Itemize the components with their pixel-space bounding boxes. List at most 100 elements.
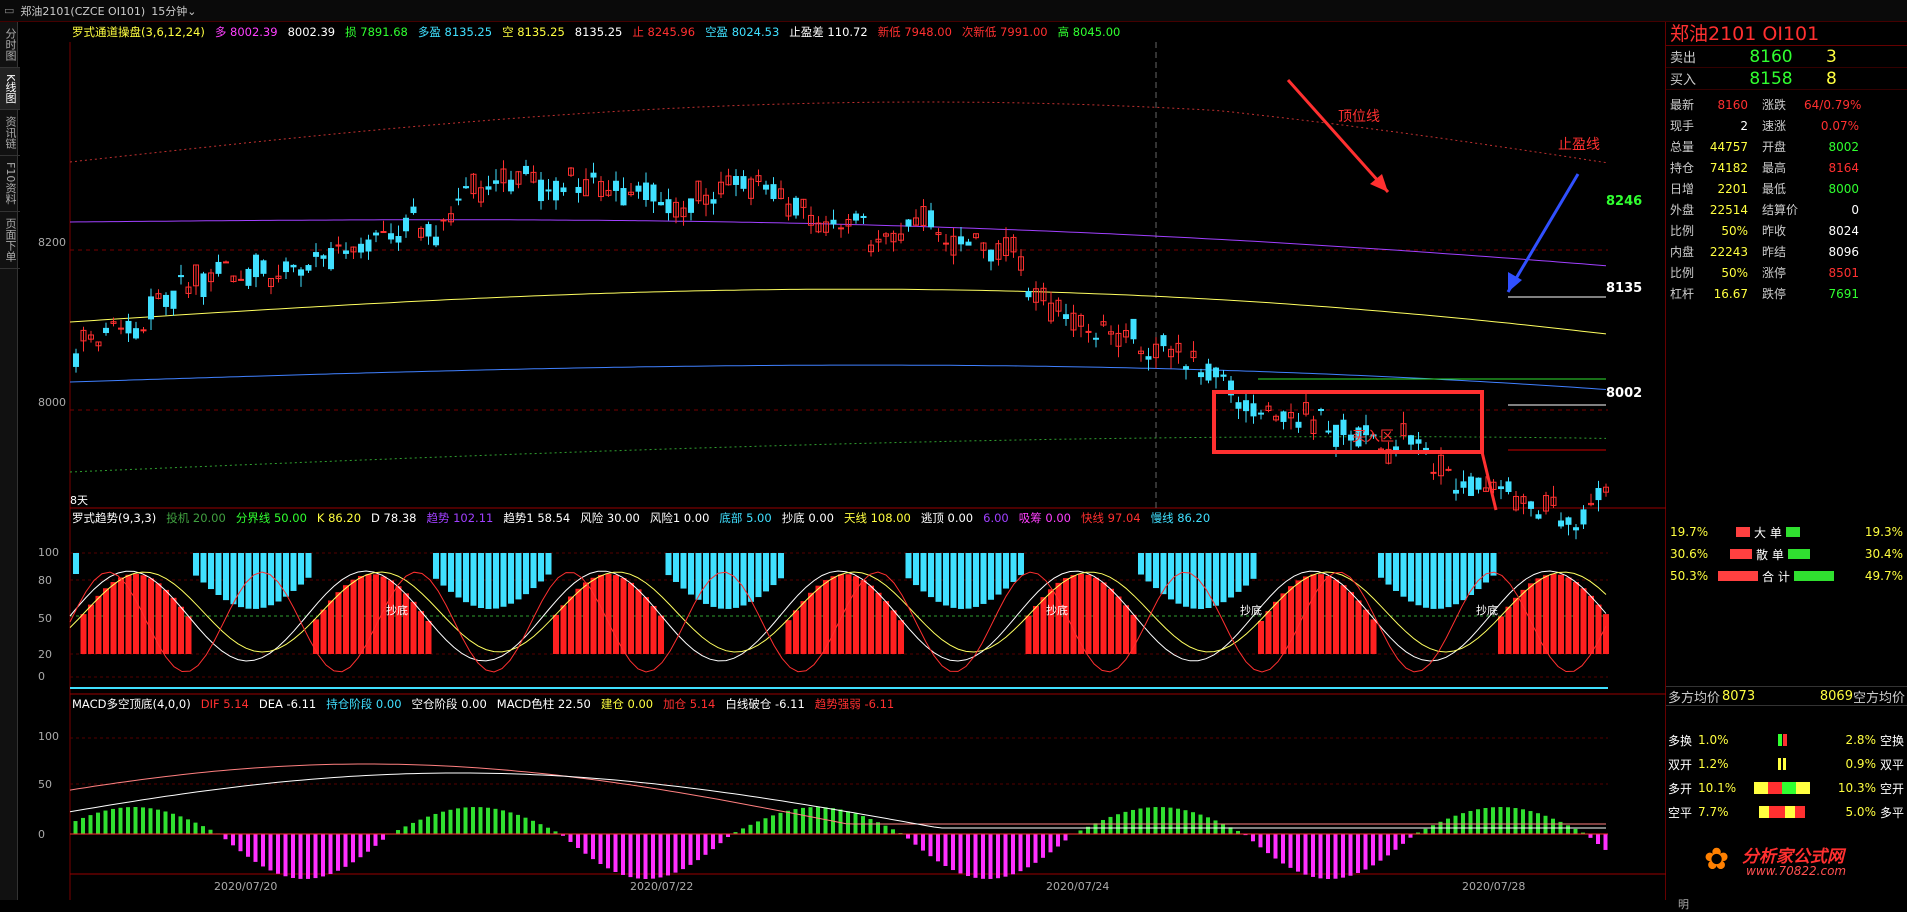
left-tab-0[interactable]: 分时图 — [0, 22, 20, 68]
chart-area[interactable]: 罗式通道操盘(3,6,12,24)多 8002.398002.39损 7891.… — [18, 22, 1666, 900]
candle-body — [321, 256, 326, 258]
candle-body — [741, 177, 746, 189]
buy-row[interactable]: 买入 8158 8 — [1666, 68, 1907, 90]
candle-body — [1574, 528, 1579, 530]
trend-bar — [876, 593, 882, 654]
trend-bar — [231, 553, 237, 604]
candle-body — [1184, 367, 1189, 370]
trend-bar — [1258, 621, 1264, 654]
trend-bar — [868, 586, 874, 654]
macd-bar — [366, 834, 370, 852]
trend-bar — [1603, 614, 1609, 654]
candle-body — [1431, 472, 1436, 473]
candle-body — [966, 242, 971, 245]
macd-bar — [1304, 834, 1308, 875]
sub1-legend-item-13: 6.00 — [983, 511, 1009, 525]
main-legend-item-0[interactable]: 罗式通道操盘(3,6,12,24) — [72, 24, 205, 40]
macd-bar — [944, 834, 948, 866]
trend-bar — [126, 575, 132, 654]
macd-bar — [921, 834, 925, 851]
order-row-2: 50.3%合 计49.7% — [1666, 566, 1907, 586]
left-tab-1[interactable]: K线图 — [0, 68, 20, 110]
macd-bar — [906, 834, 910, 839]
macd-bar — [1514, 808, 1518, 834]
macd-bar — [314, 834, 318, 878]
trend-bar — [501, 553, 507, 607]
quote-row-7: 内盘22243昨结8096 — [1666, 241, 1907, 262]
sell-row[interactable]: 卖出 8160 3 — [1666, 46, 1907, 68]
macd-bar — [741, 828, 745, 834]
macd-bar — [81, 818, 85, 834]
trend-bar — [831, 576, 837, 654]
quote-grid: 最新8160涨跌64/0.79%现手2速涨0.07%总量44757开盘8002持… — [1666, 94, 1907, 304]
macd-bar — [1551, 819, 1555, 834]
trend-bar — [1581, 588, 1587, 654]
trend-bar — [268, 553, 274, 605]
trend-bar — [808, 593, 814, 654]
macd-bar — [254, 834, 258, 862]
candle-body — [411, 207, 416, 212]
candle-body — [329, 249, 334, 269]
candle-body — [1236, 403, 1241, 409]
candle-body — [636, 186, 641, 191]
left-tab-2[interactable]: 资讯链 — [0, 110, 20, 156]
candle-body — [861, 216, 866, 217]
macd-bar — [1154, 807, 1158, 834]
kline-chart[interactable] — [18, 22, 1666, 900]
macd-bar — [1401, 834, 1405, 844]
macd-bar — [681, 834, 685, 869]
sub2-legend-item-0[interactable]: MACD多空顶底(4,0,0) — [72, 696, 191, 712]
candle-body — [374, 233, 379, 235]
trend-bar — [343, 585, 349, 654]
annotation-stop-line: 止盈线 — [1558, 134, 1600, 154]
candle-body — [456, 199, 461, 200]
macd-bar — [1431, 825, 1435, 834]
sub1-legend-item-0[interactable]: 罗式趋势(9,3,3) — [72, 510, 156, 526]
trend-bar — [276, 553, 282, 602]
window-menu-icon[interactable]: ▭ — [4, 4, 14, 17]
macd-bar — [246, 834, 250, 857]
candle-body — [1461, 482, 1466, 487]
macd-bar — [1356, 834, 1360, 873]
trend-bar — [1168, 553, 1174, 599]
sub1-legend-item-11: 天线 108.00 — [844, 510, 911, 526]
macd-bar — [479, 807, 483, 834]
sub1-legend-item-16: 慢线 86.20 — [1151, 510, 1211, 526]
trend-bar — [1393, 553, 1399, 591]
sub1-legend-item-5: 趋势 102.11 — [426, 510, 493, 526]
trend-bar — [711, 553, 717, 607]
trend-bar — [441, 553, 447, 586]
trend-bar — [816, 586, 822, 654]
macd-bar — [269, 834, 273, 870]
trend-bar — [561, 605, 567, 654]
trend-bar — [651, 606, 657, 654]
sub1-y-0: 0 — [38, 670, 45, 683]
candle-body — [711, 200, 716, 203]
candle-body — [306, 266, 311, 271]
macd-bar — [1109, 817, 1113, 834]
quote-row-1: 现手2速涨0.07% — [1666, 115, 1907, 136]
candle-body — [201, 274, 206, 297]
left-tab-3[interactable]: F10资料 — [0, 156, 20, 211]
trend-bar — [988, 553, 994, 600]
trend-bar — [1033, 606, 1039, 654]
trend-bar — [951, 553, 957, 608]
sub1-y-100: 100 — [38, 546, 59, 559]
macd-bar — [1079, 830, 1083, 834]
candle-body — [284, 262, 289, 272]
left-tab-4[interactable]: 页面下单 — [0, 212, 20, 269]
candle-body — [441, 220, 446, 221]
macd-bar — [756, 821, 760, 834]
candle-body — [404, 218, 409, 230]
trend-bar — [1333, 580, 1339, 654]
macd-bar — [1491, 807, 1495, 834]
macd-bar — [1566, 825, 1570, 834]
trend-bar — [1446, 553, 1452, 607]
macd-bar — [1311, 834, 1315, 877]
corner-tab[interactable]: 明 — [1678, 896, 1689, 912]
macd-bar — [1124, 812, 1128, 834]
period-selector[interactable]: 15分钟⌄ — [151, 3, 196, 19]
trend-bar — [898, 620, 904, 654]
macd-bar — [74, 821, 78, 834]
trend-bar — [1431, 553, 1437, 609]
